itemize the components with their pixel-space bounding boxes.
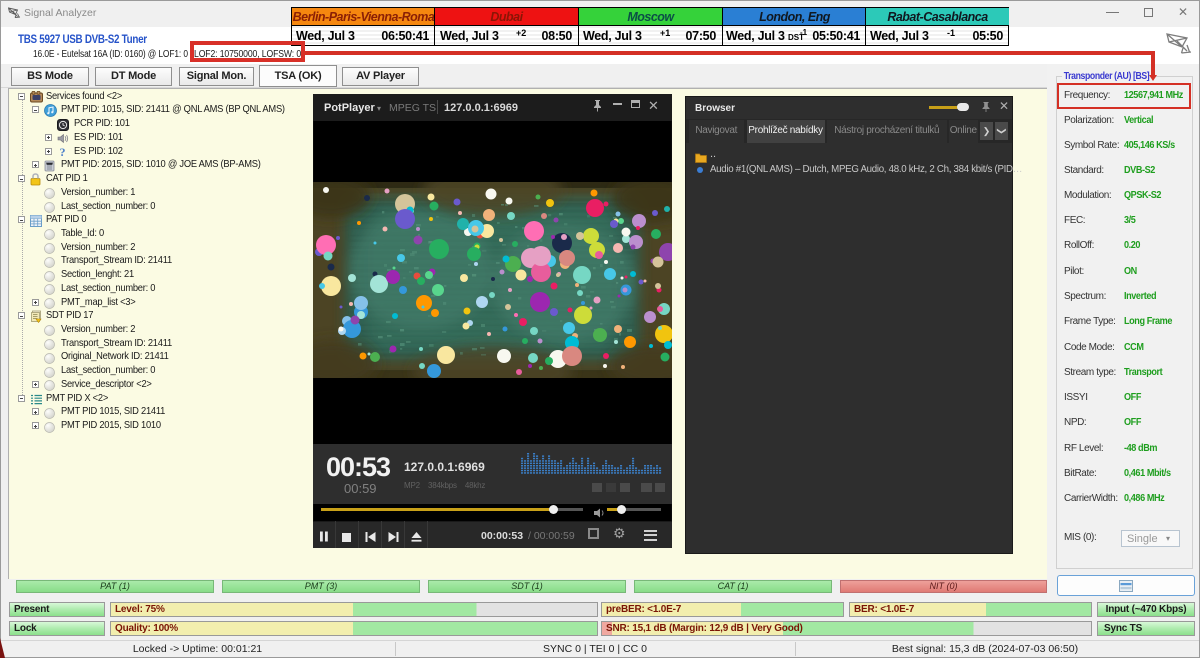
svg-text:?: ? — [60, 145, 66, 158]
